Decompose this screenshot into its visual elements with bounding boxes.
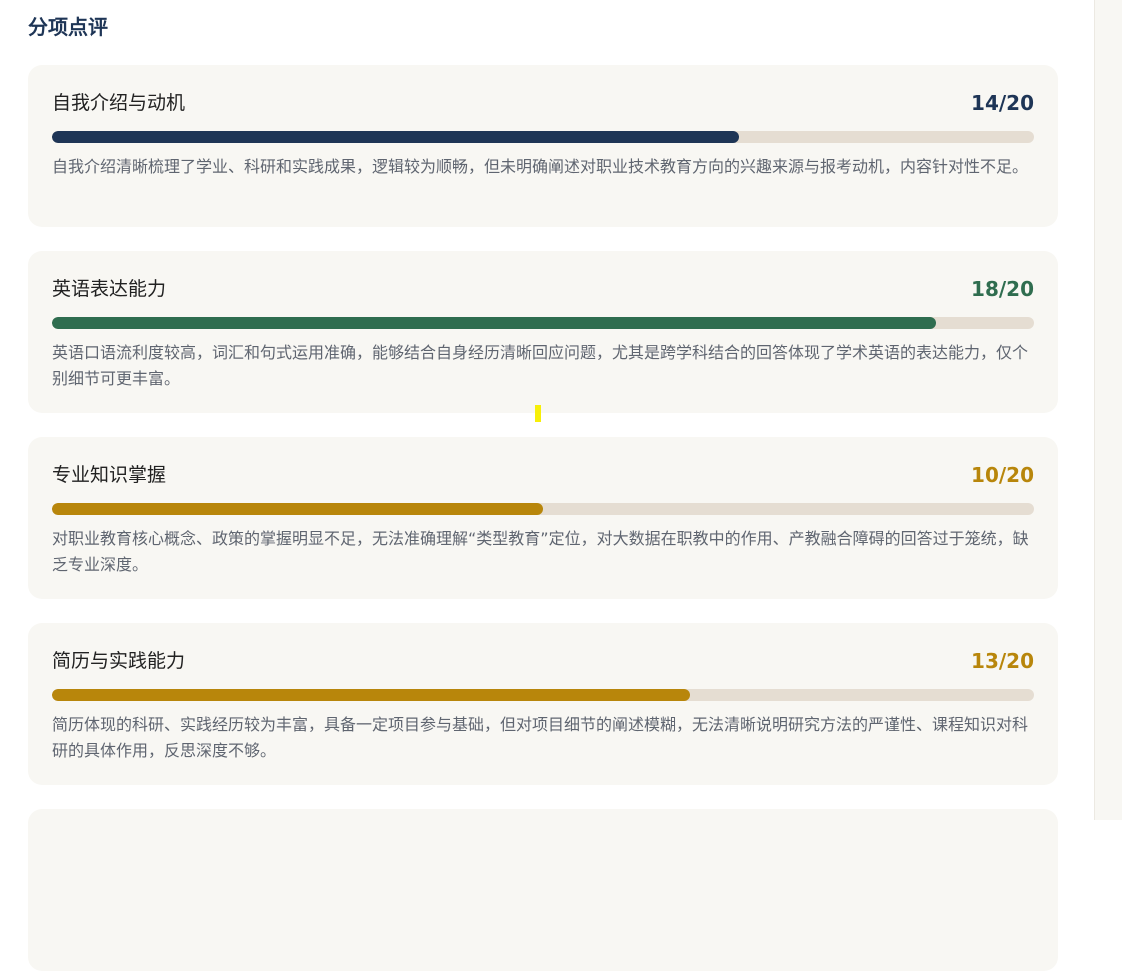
score-card-english-expression: 英语表达能力 18/20 英语口语流利度较高，词汇和句式运用准确，能够结合自身经… (28, 251, 1058, 413)
score-card-next (28, 809, 1058, 971)
card-score: 14/20 (971, 91, 1034, 115)
score-progress-fill (52, 131, 740, 143)
card-score: 13/20 (971, 649, 1034, 673)
score-progress-fill (52, 689, 691, 701)
card-comment: 自我介绍清晰梳理了学业、科研和实践成果，逻辑较为顺畅，但未明确阐述对职业技术教育… (52, 157, 1029, 176)
card-title: 简历与实践能力 (52, 650, 186, 672)
score-progress-track (52, 503, 1034, 515)
card-title: 英语表达能力 (52, 278, 167, 300)
score-progress-track (52, 131, 1034, 143)
right-rail (1094, 0, 1122, 820)
card-comment: 对职业教育核心概念、政策的掌握明显不足，无法准确理解“类型教育”定位，对大数据在… (52, 529, 1029, 574)
card-score: 10/20 (971, 463, 1034, 487)
card-comment: 英语口语流利度较高，词汇和句式运用准确，能够结合自身经历清晰回应问题，尤其是跨学… (52, 343, 1029, 388)
score-progress-track (52, 317, 1034, 329)
score-progress-track (52, 689, 1034, 701)
score-card-resume-practice: 简历与实践能力 13/20 简历体现的科研、实践经历较为丰富，具备一定项目参与基… (28, 623, 1058, 785)
section-title: 分项点评 (28, 15, 108, 39)
card-comment: 简历体现的科研、实践经历较为丰富，具备一定项目参与基础，但对项目细节的阐述模糊，… (52, 715, 1029, 760)
score-card-self-introduction: 自我介绍与动机 14/20 自我介绍清晰梳理了学业、科研和实践成果，逻辑较为顺畅… (28, 65, 1058, 227)
score-progress-fill (52, 503, 543, 515)
score-progress-fill (52, 317, 936, 329)
yellow-marker (535, 405, 541, 422)
score-card-professional-knowledge: 专业知识掌握 10/20 对职业教育核心概念、政策的掌握明显不足，无法准确理解“… (28, 437, 1058, 599)
card-title: 自我介绍与动机 (52, 92, 186, 114)
card-title: 专业知识掌握 (52, 464, 167, 486)
card-score: 18/20 (971, 277, 1034, 301)
